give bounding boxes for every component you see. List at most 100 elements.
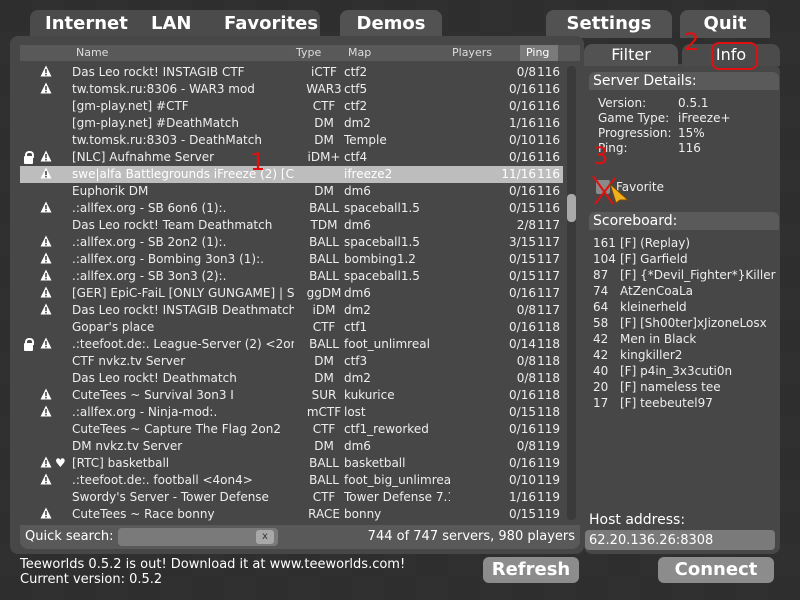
server-ping: 116: [537, 167, 560, 181]
player-score: 87: [593, 268, 609, 282]
server-ping: 118: [537, 388, 560, 402]
server-row[interactable]: swe|alfa Battlegrounds iFreeze (2) [CraF…: [20, 166, 563, 183]
server-row[interactable]: Das Leo rockt! Team Deathmatch TDM dm6 2/8 1…: [20, 217, 563, 234]
current-version: Current version: 0.5.2: [20, 572, 163, 587]
tab-internet[interactable]: Internet: [45, 10, 128, 38]
annotation-number-3: 3: [593, 142, 609, 170]
server-name: [gm-play.net] #CTF: [72, 99, 189, 113]
server-row[interactable]: CTF nvkz.tv Server DM ctf3 0/8 118: [20, 353, 563, 370]
heart-icon: ♥: [55, 456, 66, 470]
server-ping: 118: [537, 354, 560, 368]
server-ping: 116: [537, 116, 560, 130]
server-map: foot_unlimreal: [344, 337, 430, 351]
server-row[interactable]: .:allfex.org - SB 6on6 (1):. BALL spacebal…: [20, 200, 563, 217]
column-name[interactable]: Name: [76, 46, 108, 59]
server-row[interactable]: [GER] EpiC-FaiL [ONLY GUNGAME] | Se ggDM d…: [20, 285, 563, 302]
warning-icon: [40, 82, 52, 97]
quick-search-input[interactable]: [118, 528, 278, 546]
server-row[interactable]: [gm-play.net] #DeathMatch DM dm2 1/16 116: [20, 115, 563, 132]
server-row[interactable]: CuteTees ~ Race bonny RACE bonny 0/15 119: [20, 506, 563, 522]
tab-filter[interactable]: Filter: [584, 44, 678, 66]
server-players: 0/16: [509, 388, 536, 402]
server-ping: 119: [537, 490, 560, 504]
server-row[interactable]: Das Leo rockt! INSTAGIB Deathmatch iDM dm2…: [20, 302, 563, 319]
server-list-scrollbar[interactable]: [567, 66, 576, 520]
server-row[interactable]: Das Leo rockt! Deathmatch DM dm2 0/8 118: [20, 370, 563, 387]
version-value: 0.5.1: [678, 96, 709, 110]
server-players: 0/16: [509, 320, 536, 334]
server-row[interactable]: Euphorik DM DM dm6 0/16 116: [20, 183, 563, 200]
column-players[interactable]: Players: [452, 46, 492, 59]
server-map: basketball: [344, 456, 406, 470]
column-type[interactable]: Type: [296, 46, 321, 59]
server-ping: 118: [537, 337, 560, 351]
server-row[interactable]: tw.tomsk.ru:8306 - WAR3 mod WAR3 ctf5 0/16 1…: [20, 81, 563, 98]
server-row[interactable]: .:teefoot.de:. football <4on4> BALL foot_b…: [20, 472, 563, 489]
server-name: CuteTees ~ Survival 3on3 I: [72, 388, 234, 402]
server-row[interactable]: CuteTees ~ Survival 3on3 I SUR kukurice 0/1…: [20, 387, 563, 404]
column-ping[interactable]: Ping: [520, 45, 558, 61]
scrollbar-thumb[interactable]: [567, 194, 576, 222]
server-ping: 116: [537, 65, 560, 79]
server-row[interactable]: .:teefoot.de:. League-Server (2) <2on2 BA…: [20, 336, 563, 353]
player-name: [F] Garfield: [620, 252, 688, 266]
server-ping: 119: [537, 439, 560, 453]
server-name: tw.tomsk.ru:8306 - WAR3 mod: [72, 82, 255, 96]
server-row[interactable]: Das Leo rockt! INSTAGIB CTF iCTF ctf2 0/8 11…: [20, 64, 563, 81]
quick-search-bar: Quick search: x 744 of 747 servers, 980 …: [20, 525, 580, 549]
server-row[interactable]: Gopar's place CTF ctf1 0/16 118: [20, 319, 563, 336]
server-map: ctf4: [344, 150, 368, 164]
warning-icon: [40, 337, 52, 352]
column-map[interactable]: Map: [348, 46, 371, 59]
server-details-title: Server Details:: [589, 72, 779, 90]
server-map: ctf2: [344, 99, 368, 113]
server-name: [RTC] basketball: [72, 456, 170, 470]
player-score: 74: [593, 284, 609, 298]
server-ping: 116: [537, 82, 560, 96]
server-map: dm6: [344, 184, 371, 198]
server-ping: 119: [537, 422, 560, 436]
tab-settings[interactable]: Settings: [546, 10, 672, 38]
warning-icon: [40, 65, 52, 80]
warning-icon: [40, 388, 52, 403]
server-ping: 118: [537, 371, 560, 385]
refresh-button[interactable]: Refresh: [483, 557, 579, 583]
server-count: 744 of 747 servers, 980 players: [367, 529, 575, 544]
server-row[interactable]: .:allfex.org - Ninja-mod:. mCTF lost 0/15 11…: [20, 404, 563, 421]
server-row[interactable]: DM nvkz.tv Server DM dm6 0/8 119: [20, 438, 563, 455]
player-score: 161: [593, 236, 616, 250]
server-name: .:teefoot.de:. football <4on4>: [72, 473, 253, 487]
server-ping: 119: [537, 456, 560, 470]
server-row[interactable]: .:allfex.org - SB 2on2 (1):. BALL spacebal…: [20, 234, 563, 251]
quick-search-clear-button[interactable]: x: [256, 530, 274, 544]
server-ping: 117: [537, 235, 560, 249]
tab-favorites[interactable]: Favorites: [224, 10, 318, 38]
annotation-number-1: 1: [250, 148, 266, 176]
server-row[interactable]: Swordy's Server - Tower Defense CTF Tower …: [20, 489, 563, 506]
tab-demos[interactable]: Demos: [340, 10, 442, 38]
server-name: .:teefoot.de:. League-Server (2) <2on2: [72, 337, 294, 351]
server-map: dm6: [344, 286, 371, 300]
tab-lan[interactable]: LAN: [151, 10, 191, 38]
server-name: Das Leo rockt! INSTAGIB Deathmatch: [72, 303, 294, 317]
host-address-input[interactable]: [585, 530, 775, 550]
server-players: 0/15: [509, 507, 536, 521]
server-row[interactable]: .:allfex.org - Bombing 3on3 (1):. BALL bom…: [20, 251, 563, 268]
server-players: 0/15: [509, 252, 536, 266]
server-row[interactable]: [gm-play.net] #CTF CTF ctf2 0/16 116: [20, 98, 563, 115]
server-map: lost: [344, 405, 366, 419]
server-map: dm6: [344, 218, 371, 232]
server-row[interactable]: ♥ [RTC] basketball BALL basketball 0/16 119: [20, 455, 563, 472]
warning-icon: [40, 507, 52, 522]
news-line: Teeworlds 0.5.2 is out! Download it at w…: [20, 557, 406, 572]
warning-icon: [40, 201, 52, 216]
warning-icon: [40, 286, 52, 301]
server-row[interactable]: [NLC] Aufnahme Server iDM+ ctf4 0/16 116: [20, 149, 563, 166]
server-name: .:allfex.org - SB 2on2 (1):.: [72, 235, 227, 249]
server-players: 0/8: [516, 65, 536, 79]
server-row[interactable]: tw.tomsk.ru:8303 - DeathMatch DM Temple 0/1…: [20, 132, 563, 149]
connect-button[interactable]: Connect: [658, 557, 774, 583]
server-players: 0/8: [516, 439, 536, 453]
server-row[interactable]: .:allfex.org - SB 3on3 (2):. BALL spacebal…: [20, 268, 563, 285]
server-row[interactable]: CuteTees ~ Capture The Flag 2on2 CTF ctf1_…: [20, 421, 563, 438]
